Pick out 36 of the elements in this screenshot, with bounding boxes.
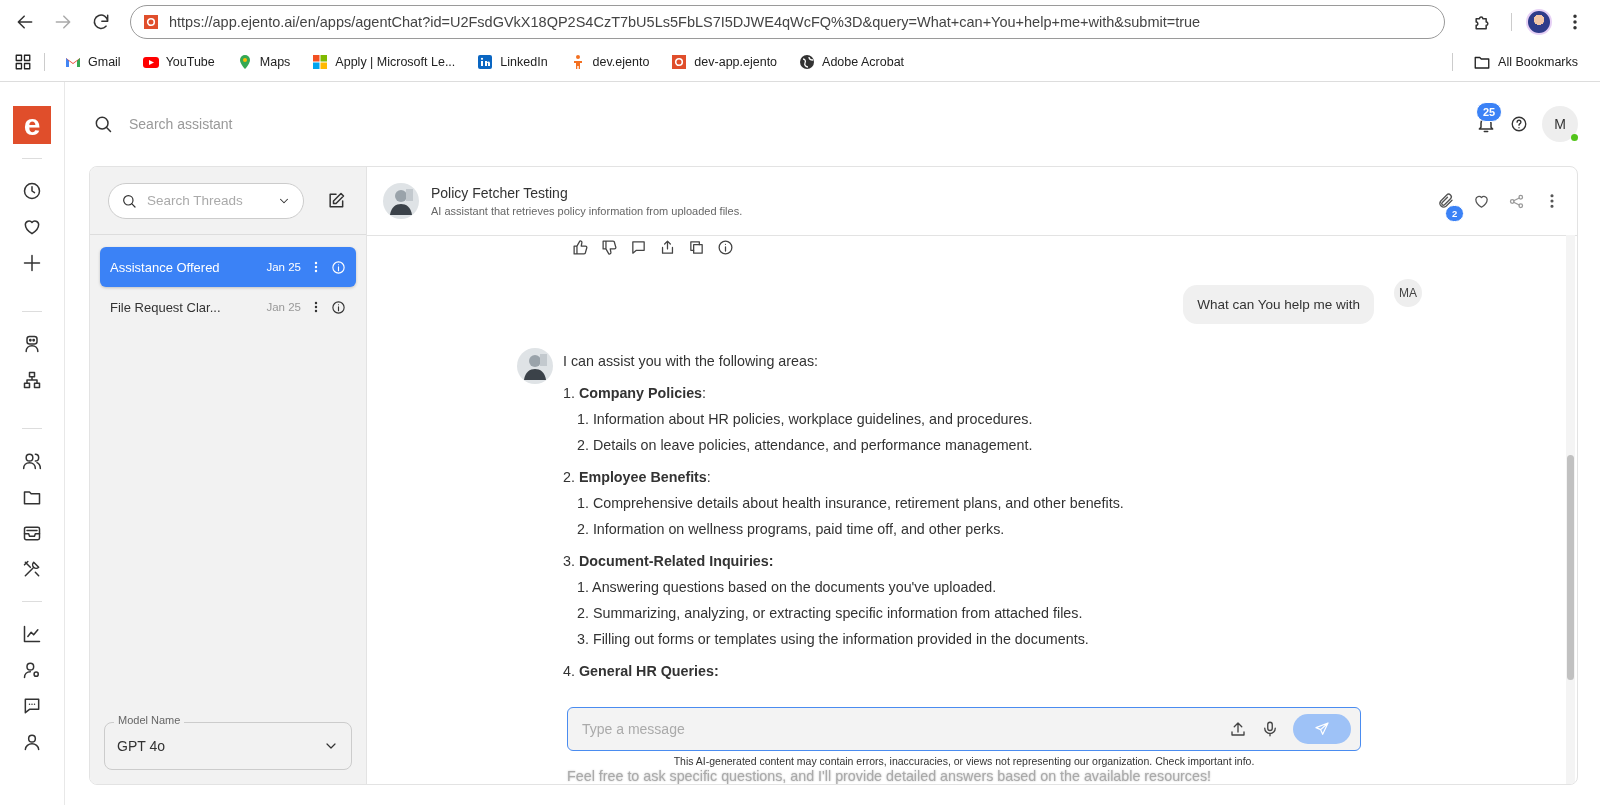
list-item: 2. Summarizing, analyzing, or extracting specific information from attached files. xyxy=(576,604,1084,623)
notification-badge: 25 xyxy=(1476,102,1503,122)
all-bookmarks[interactable]: All Bookmarks xyxy=(1465,50,1586,74)
disclaimer: This AI-generated content may contain errors, inaccuracies, or views not representing our organization. Check important info. xyxy=(672,755,1256,767)
section-heading: 3. Document-Related Inquiries: xyxy=(563,552,775,571)
list-item: 2. Details on leave policies, attendance, and performance management. xyxy=(576,436,1034,455)
assistant-description: AI assistant that retrieves policy information from uploaded files. xyxy=(431,205,744,217)
search-field[interactable]: Search assistant xyxy=(127,115,431,133)
bookmark[interactable]: Adobe Acrobat xyxy=(791,51,913,73)
user-message: What can You help me with xyxy=(1183,285,1374,324)
bookmark[interactable]: Gmail xyxy=(57,51,129,73)
attachment-badge: 2 xyxy=(1445,205,1465,222)
message-input[interactable]: Type a message xyxy=(567,707,1361,751)
bookmark[interactable]: LinkedIn xyxy=(469,51,556,73)
list-item: 3. Filling out forms or templates using the information provided in the documents. xyxy=(576,630,1090,649)
bookmark[interactable]: YouTube xyxy=(134,51,223,73)
section-heading: 2. Employee Benefits: xyxy=(563,468,712,487)
list-item: 1. Information about HR policies, workplace guidelines, and procedures. xyxy=(576,410,1034,429)
list-item: 1. Answering questions based on the documents you've uploaded. xyxy=(576,578,998,597)
reply-closing: Feel free to ask specific questions, and I'll provide detailed answers based on the available resources! xyxy=(567,768,1213,784)
url-text: https://app.ejento.ai/en/apps/agentChat?id=U2FsdGVkX18QP2S4CzT7bU5Ls5FbLS7I5DJWE4qWcFQ%3D&query=What+can+You+help+me+with&submit=true xyxy=(169,13,1201,30)
user-avatar: MA xyxy=(1394,279,1422,307)
thread-search-field[interactable]: Search Threads xyxy=(108,182,304,219)
user-avatar[interactable]: M xyxy=(1542,106,1578,142)
list-item: 1. Comprehensive details about health insurance, retirement plans, and other benefits. xyxy=(576,494,1124,513)
section-heading: 4. General HR Queries: xyxy=(563,662,720,681)
bookmark[interactable]: Apply | Microsoft Le... xyxy=(304,51,464,73)
assistant-title: Policy Fetcher Testing xyxy=(431,185,569,201)
app-logo[interactable]: e xyxy=(13,106,51,144)
section-heading: 1. Company Policies: xyxy=(563,384,708,403)
reply-intro: I can assist you with the following areas: xyxy=(563,352,820,371)
thread-item[interactable]: File Request Clar... Jan 25 xyxy=(100,287,356,327)
list-item: 2. Information on wellness programs, paid time off, and other perks. xyxy=(576,520,1006,539)
bookmark[interactable]: dev.ejento xyxy=(561,51,658,73)
bookmark[interactable]: dev-app.ejento xyxy=(663,51,786,73)
bookmark[interactable]: Maps xyxy=(228,51,299,73)
